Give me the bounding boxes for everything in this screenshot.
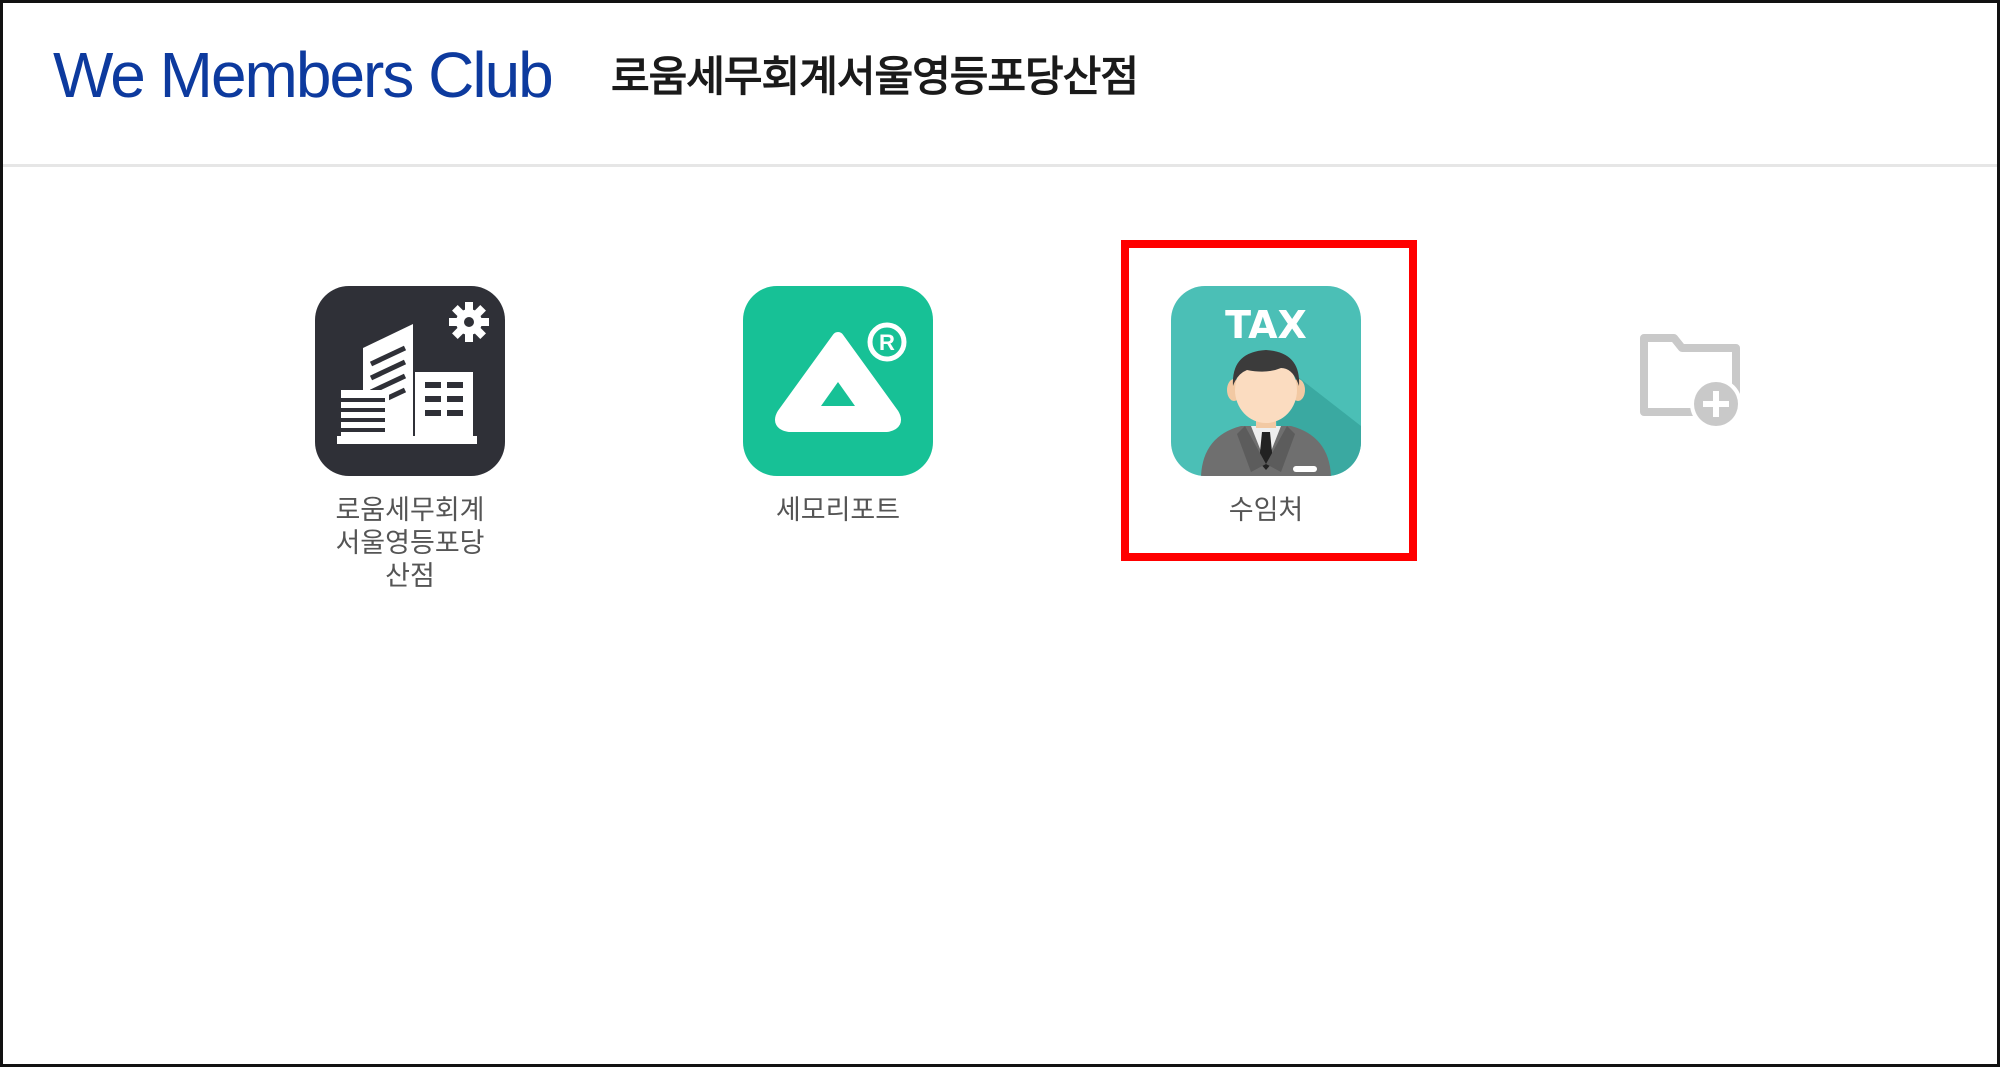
- organization-name: 로움세무회계서울영등포당산점: [611, 52, 1139, 101]
- semo-report-icon[interactable]: R: [743, 286, 933, 476]
- add-folder-icon[interactable]: [1640, 330, 1750, 435]
- svg-text:R: R: [879, 330, 895, 355]
- app-label: 세모리포트: [775, 495, 901, 526]
- header-divider: [3, 164, 1997, 167]
- building-gear-icon[interactable]: [315, 286, 505, 476]
- header: We Members Club 로움세무회계서울영등포당산점: [3, 3, 1997, 165]
- brand-logo[interactable]: We Members Club: [53, 35, 554, 115]
- app-label: 로움세무회계 서울영등포당 산점: [335, 495, 485, 592]
- highlight-box: [1121, 240, 1417, 561]
